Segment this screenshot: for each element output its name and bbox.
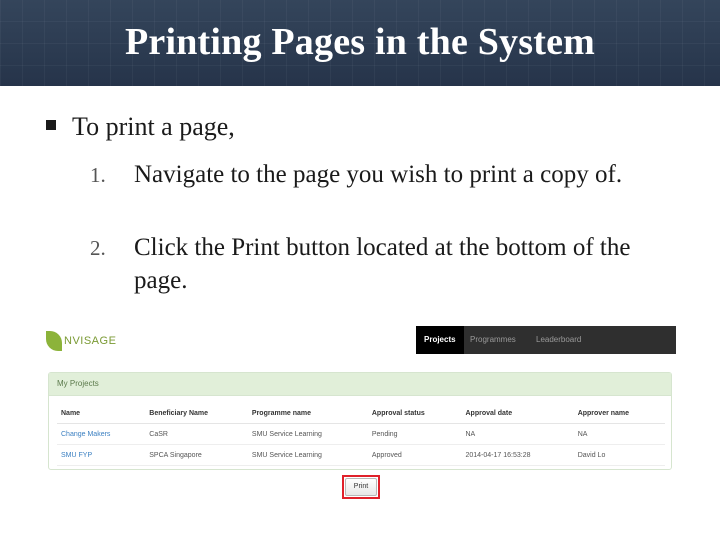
column-header: Approval date: [461, 403, 574, 424]
nav-item-leaderboard[interactable]: Leaderboard: [528, 326, 589, 354]
nav-item-programmes[interactable]: Programmes: [462, 326, 524, 354]
table-cell: SMU Service Learning: [247, 444, 368, 466]
panel-title: My Projects: [49, 373, 671, 396]
slide-title: Printing Pages in the System: [124, 21, 596, 63]
column-header: Programme name: [247, 403, 368, 424]
bullet-item: To print a page,: [46, 112, 235, 142]
project-name-link[interactable]: Change Makers: [57, 423, 146, 445]
table-cell: Pending: [367, 423, 462, 445]
column-header: Approval status: [367, 403, 462, 424]
column-header: Approver name: [573, 403, 665, 424]
print-button[interactable]: Print: [345, 478, 377, 496]
title-bar: Printing Pages in the System: [0, 0, 720, 86]
nav-item-projects[interactable]: Projects: [416, 326, 464, 354]
table-cell: NA: [461, 423, 574, 445]
step-text: Navigate to the page you wish to print a…: [134, 161, 623, 188]
leaf-icon: [46, 331, 62, 351]
app-screenshot: NVISAGE Projects Programmes Leaderboard …: [44, 326, 676, 506]
table-header-row: Name Beneficiary Name Programme name App…: [57, 403, 665, 424]
square-bullet-icon: [46, 120, 56, 130]
app-navbar: NVISAGE Projects Programmes Leaderboard: [44, 326, 676, 354]
table-row: SMU FYP SPCA Singapore SMU Service Learn…: [57, 444, 665, 466]
step-number: 1.: [90, 163, 106, 187]
project-name-link[interactable]: SMU FYP: [57, 444, 146, 466]
table-cell: SMU Service Learning: [247, 423, 368, 445]
my-projects-panel: My Projects Name Beneficiary Name Progra…: [48, 372, 672, 470]
table-cell: SPCA Singapore: [145, 444, 248, 466]
table-cell: 2014-04-17 16:53:28: [461, 444, 574, 466]
step-text: Click the Print button located at the bo…: [134, 234, 631, 294]
table-cell: David Lo: [573, 444, 665, 466]
logo-text: NVISAGE: [64, 335, 117, 347]
step-number: 2.: [90, 236, 106, 260]
table-cell: NA: [573, 423, 665, 445]
projects-table: Name Beneficiary Name Programme name App…: [57, 403, 665, 466]
table-cell: CaSR: [145, 423, 248, 445]
column-header: Name: [57, 403, 146, 424]
table-row: Change Makers CaSR SMU Service Learning …: [57, 423, 665, 445]
app-logo[interactable]: NVISAGE: [46, 328, 116, 354]
column-header: Beneficiary Name: [145, 403, 248, 424]
table-cell: Approved: [367, 444, 462, 466]
bullet-text: To print a page,: [72, 112, 235, 141]
